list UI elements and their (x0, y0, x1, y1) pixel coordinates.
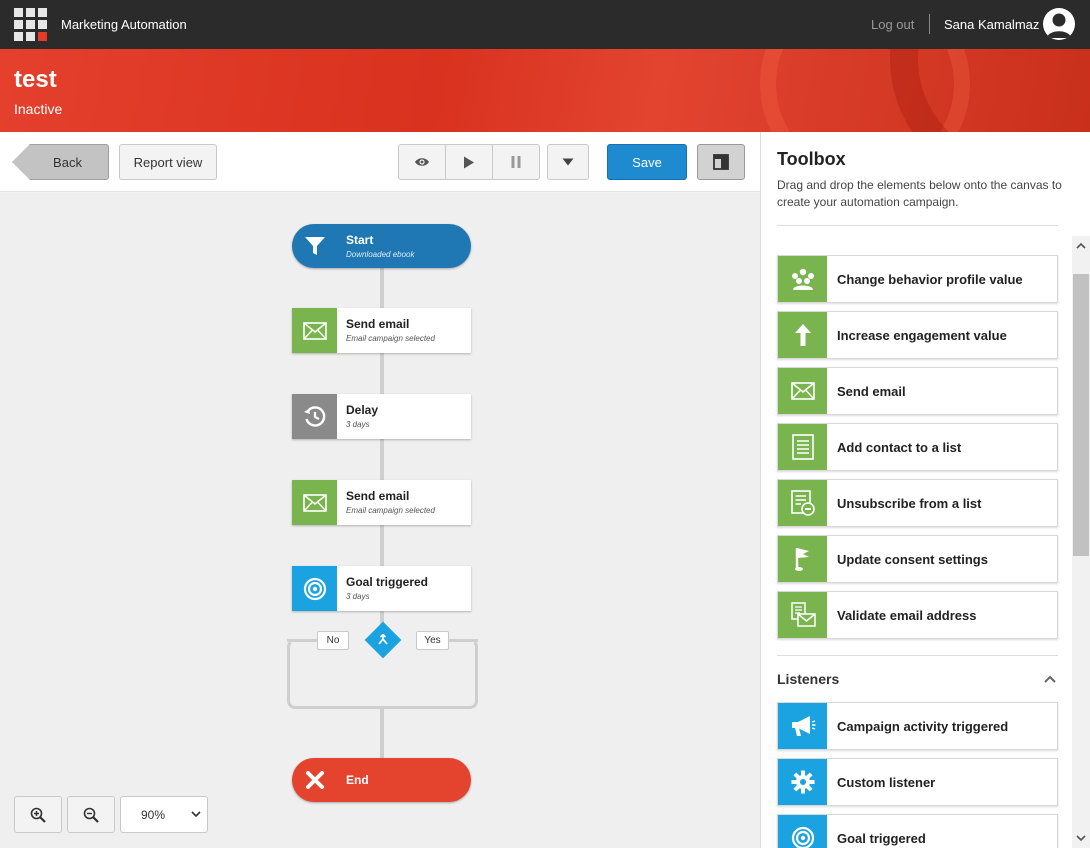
toolbox-title: Toolbox (777, 149, 846, 169)
playback-controls (398, 144, 540, 180)
back-button[interactable]: Back (12, 144, 109, 180)
start-node-subtitle: Downloaded ebook (346, 250, 415, 259)
toolbox-item-send-email[interactable]: Send email (777, 367, 1058, 415)
start-node-title: Start (346, 233, 374, 247)
campaign-status: Inactive (14, 101, 63, 117)
node-subtitle: Email campaign selected (346, 506, 435, 515)
scroll-up-icon[interactable] (1076, 242, 1086, 250)
logout-link[interactable]: Log out (871, 17, 914, 32)
toolbox-item-label: Custom listener (837, 774, 936, 790)
zoom-out-button[interactable] (67, 796, 115, 833)
flag-icon (794, 548, 809, 571)
close-icon (305, 771, 324, 789)
toolbox-item-label: Update consent settings (837, 551, 988, 567)
preview-button[interactable] (399, 145, 446, 179)
toolbox-description: Drag and drop the elements below onto th… (777, 178, 1062, 209)
workflow-canvas[interactable]: Start Downloaded ebook Send email Email … (0, 193, 760, 848)
save-button[interactable]: Save (607, 144, 687, 180)
funnel-icon (304, 237, 325, 255)
toolbox-item-unsubscribe-from-list[interactable]: Unsubscribe from a list (777, 479, 1058, 527)
user-icon (1047, 13, 1071, 38)
list-minus-icon (790, 490, 815, 516)
zoom-in-button[interactable] (14, 796, 62, 833)
toolbox-item-label: Increase engagement value (837, 327, 1007, 343)
toolbox-panel: Toolbox Drag and drop the elements below… (760, 132, 1090, 848)
pause-icon (511, 156, 521, 168)
scroll-down-icon[interactable] (1076, 834, 1086, 842)
gear-icon (791, 770, 814, 794)
node-title: Send email (346, 489, 410, 503)
listeners-section-title[interactable]: Listeners (777, 671, 839, 687)
toolbox-item-custom-listener[interactable]: Custom listener (777, 758, 1058, 806)
envelope-icon (302, 493, 327, 512)
envelope-icon (302, 321, 327, 340)
target-icon (303, 577, 326, 600)
envelope-icon (790, 382, 815, 400)
activate-button[interactable] (446, 145, 493, 179)
clock-icon (303, 405, 325, 427)
eye-icon (415, 158, 429, 166)
email-check-icon (790, 602, 816, 627)
toolbox-item-increase-engagement[interactable]: Increase engagement value (777, 311, 1058, 359)
app-title: Marketing Automation (61, 17, 187, 32)
play-icon (464, 156, 474, 168)
zoom-level-select[interactable]: 90% (120, 796, 208, 833)
node-title: Delay (346, 403, 379, 417)
toolbox-item-update-consent-settings[interactable]: Update consent settings (777, 535, 1058, 583)
editor-toolbar: Back Report view Save (0, 132, 760, 192)
app-launcher-icon[interactable] (14, 8, 47, 41)
toolbox-item-label: Goal triggered (837, 830, 926, 846)
branch-no-label[interactable]: No (317, 631, 349, 650)
toggle-toolbox-button[interactable] (697, 144, 745, 180)
pause-button[interactable] (493, 145, 539, 179)
toolbox-item-add-contact-to-list[interactable]: Add contact to a list (777, 423, 1058, 471)
page-title: test (14, 66, 57, 93)
toolbox-item-label: Validate email address (837, 607, 977, 623)
end-node-title: End (346, 773, 369, 787)
send-email-node[interactable]: Send email Email campaign selected (292, 480, 471, 525)
people-icon (791, 268, 814, 290)
caret-down-icon (562, 158, 574, 166)
split-icon (378, 634, 388, 645)
goal-triggered-node[interactable]: Goal triggered 3 days (292, 566, 471, 611)
node-subtitle: 3 days (346, 592, 370, 601)
node-title: Send email (346, 317, 410, 331)
avatar[interactable] (1043, 8, 1075, 40)
page-banner: test Inactive (0, 49, 1090, 132)
toolbox-item-validate-email-address[interactable]: Validate email address (777, 591, 1058, 639)
branch-yes-label[interactable]: Yes (416, 631, 449, 650)
toolbox-item-label: Change behavior profile value (837, 271, 1023, 287)
user-name[interactable]: Sana Kamalmaz (944, 17, 1039, 32)
target-icon (791, 826, 814, 848)
megaphone-icon (791, 716, 815, 736)
zoom-in-icon (30, 807, 46, 823)
toolbox-item-label: Send email (837, 383, 906, 399)
start-node[interactable]: Start Downloaded ebook (292, 224, 471, 268)
zoom-out-icon (83, 807, 99, 823)
toolbox-item-label: Campaign activity triggered (837, 718, 1009, 734)
toolbox-item-campaign-activity-triggered[interactable]: Campaign activity triggered (777, 702, 1058, 750)
toolbox-item-goal-triggered[interactable]: Goal triggered (777, 814, 1058, 848)
chevron-up-icon[interactable] (1043, 674, 1057, 684)
zoom-level-value: 90% (141, 807, 166, 822)
arrow-up-icon (794, 324, 811, 346)
top-bar: Marketing Automation Log out Sana Kamalm… (0, 0, 1090, 49)
node-subtitle: Email campaign selected (346, 334, 435, 343)
end-node[interactable]: End (292, 758, 471, 802)
more-actions-dropdown[interactable] (547, 144, 589, 180)
toolbox-item-change-behavior-profile[interactable]: Change behavior profile value (777, 255, 1058, 303)
chevron-down-icon (191, 811, 201, 818)
layout-icon (713, 154, 729, 170)
delay-node[interactable]: Delay 3 days (292, 394, 471, 439)
node-title: Goal triggered (346, 575, 429, 589)
toolbox-scrollbar-thumb[interactable] (1073, 274, 1089, 556)
send-email-node[interactable]: Send email Email campaign selected (292, 308, 471, 353)
header-divider (929, 14, 930, 34)
report-view-button[interactable]: Report view (119, 144, 217, 180)
toolbox-item-label: Add contact to a list (837, 439, 962, 455)
node-subtitle: 3 days (346, 420, 370, 429)
list-icon (791, 434, 814, 460)
toolbox-item-label: Unsubscribe from a list (837, 495, 982, 511)
